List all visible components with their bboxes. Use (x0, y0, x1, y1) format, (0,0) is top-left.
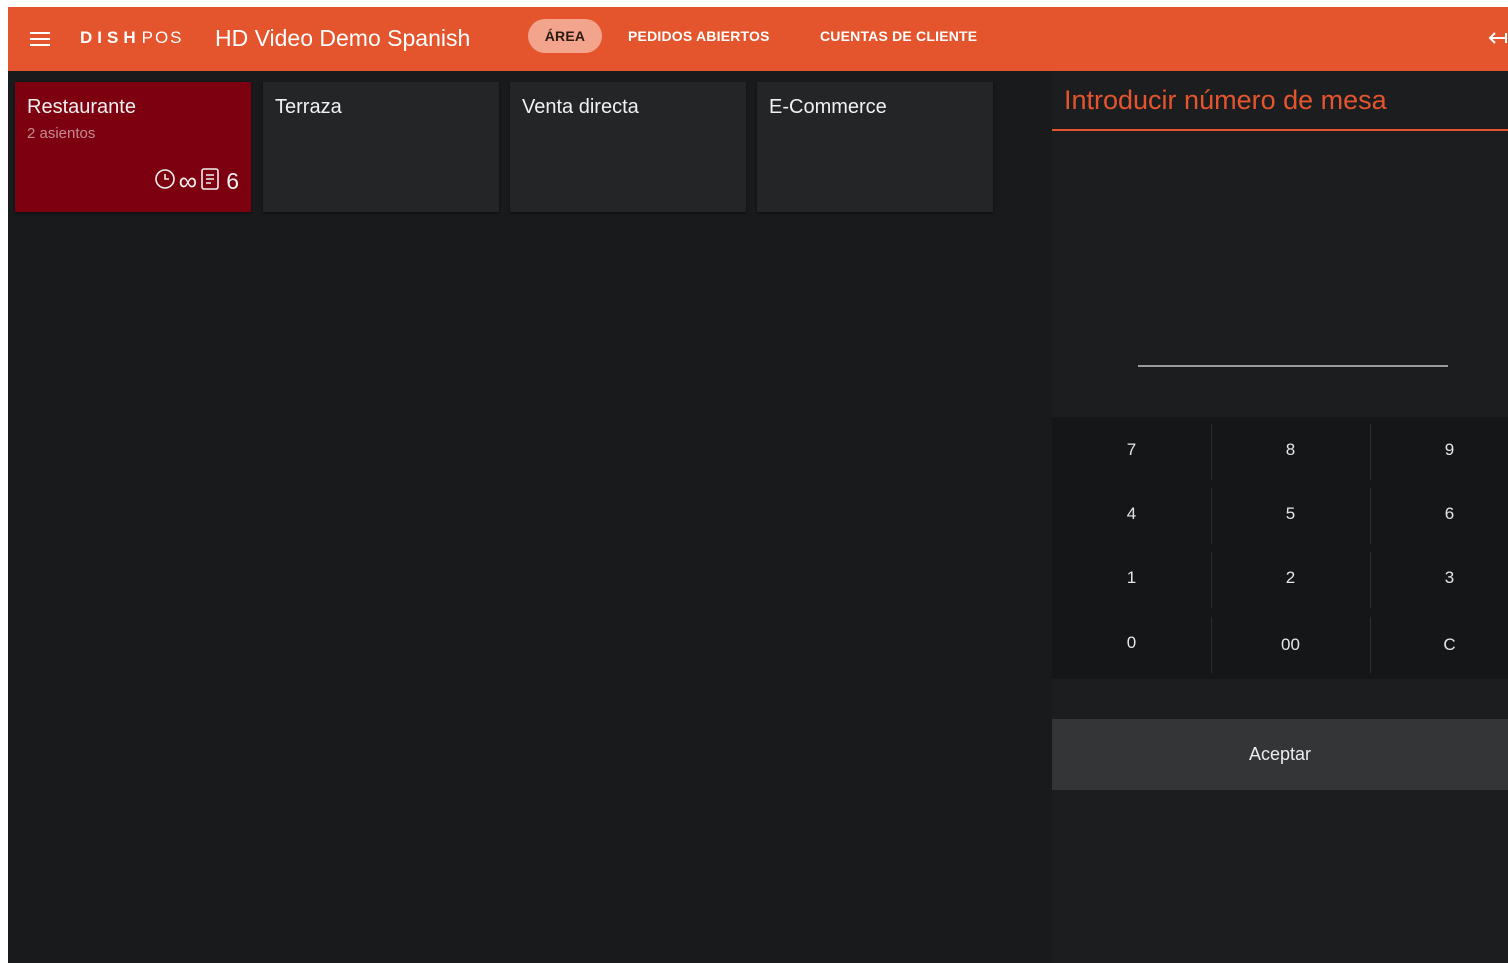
keypad-divider (1211, 488, 1212, 544)
area-tile-restaurante[interactable]: Restaurante 2 asientos ∞ 6 (15, 82, 251, 212)
keypad-divider (1211, 552, 1212, 608)
key-1[interactable]: 1 (1052, 550, 1211, 606)
tab-open-orders[interactable]: PEDIDOS ABIERTOS (628, 19, 770, 53)
accept-button[interactable]: Aceptar (1052, 719, 1508, 790)
area-stats: ∞ 6 (154, 166, 239, 196)
keypad-divider (1370, 552, 1371, 608)
logo-text-bold: DISH (80, 28, 141, 47)
menu-icon[interactable] (30, 31, 50, 47)
table-number-input[interactable] (1138, 335, 1448, 367)
pos-app: DISHPOS HD Video Demo Spanish ÁREA PEDID… (8, 7, 1508, 963)
panel-title: Introducir número de mesa (1064, 85, 1387, 115)
title-underline (1052, 129, 1508, 131)
area-tile-terraza[interactable]: Terraza (263, 82, 499, 212)
number-keypad: 7 8 9 4 5 6 1 2 3 0 00 C (1052, 417, 1508, 679)
area-tile-venta-directa[interactable]: Venta directa (510, 82, 746, 212)
key-0[interactable]: 0 (1052, 615, 1211, 671)
key-2[interactable]: 2 (1211, 550, 1370, 606)
key-6[interactable]: 6 (1370, 486, 1508, 542)
key-7[interactable]: 7 (1052, 422, 1211, 478)
key-9[interactable]: 9 (1370, 422, 1508, 478)
tab-area[interactable]: ÁREA (528, 19, 602, 53)
clock-icon (154, 168, 176, 195)
keypad-divider (1211, 424, 1212, 480)
key-3[interactable]: 3 (1370, 550, 1508, 606)
area-name: Restaurante (27, 96, 136, 118)
area-name: Terraza (275, 96, 342, 118)
tab-customer-accounts[interactable]: CUENTAS DE CLIENTE (820, 19, 977, 53)
receipt-icon (200, 167, 220, 196)
table-number-panel: Introducir número de mesa 7 8 9 4 5 6 1 … (1052, 71, 1508, 963)
orders-count: 6 (226, 168, 239, 194)
keypad-divider (1211, 617, 1212, 673)
key-clear[interactable]: C (1370, 617, 1508, 673)
key-4[interactable]: 4 (1052, 486, 1211, 542)
key-5[interactable]: 5 (1211, 486, 1370, 542)
keypad-divider (1370, 617, 1371, 673)
exit-icon[interactable] (1486, 27, 1508, 49)
keypad-divider (1370, 424, 1371, 480)
key-8[interactable]: 8 (1211, 422, 1370, 478)
brand-logo: DISHPOS (80, 27, 184, 49)
area-seats: 2 asientos (27, 125, 96, 142)
keypad-divider (1370, 488, 1371, 544)
area-name: E-Commerce (769, 96, 887, 118)
app-title: HD Video Demo Spanish (215, 25, 471, 51)
area-name: Venta directa (522, 96, 639, 118)
time-value: ∞ (178, 166, 198, 196)
logo-text-light: POS (141, 28, 184, 47)
top-bar: DISHPOS HD Video Demo Spanish ÁREA PEDID… (8, 7, 1508, 71)
area-tile-e-commerce[interactable]: E-Commerce (757, 82, 993, 212)
key-00[interactable]: 00 (1211, 617, 1370, 673)
